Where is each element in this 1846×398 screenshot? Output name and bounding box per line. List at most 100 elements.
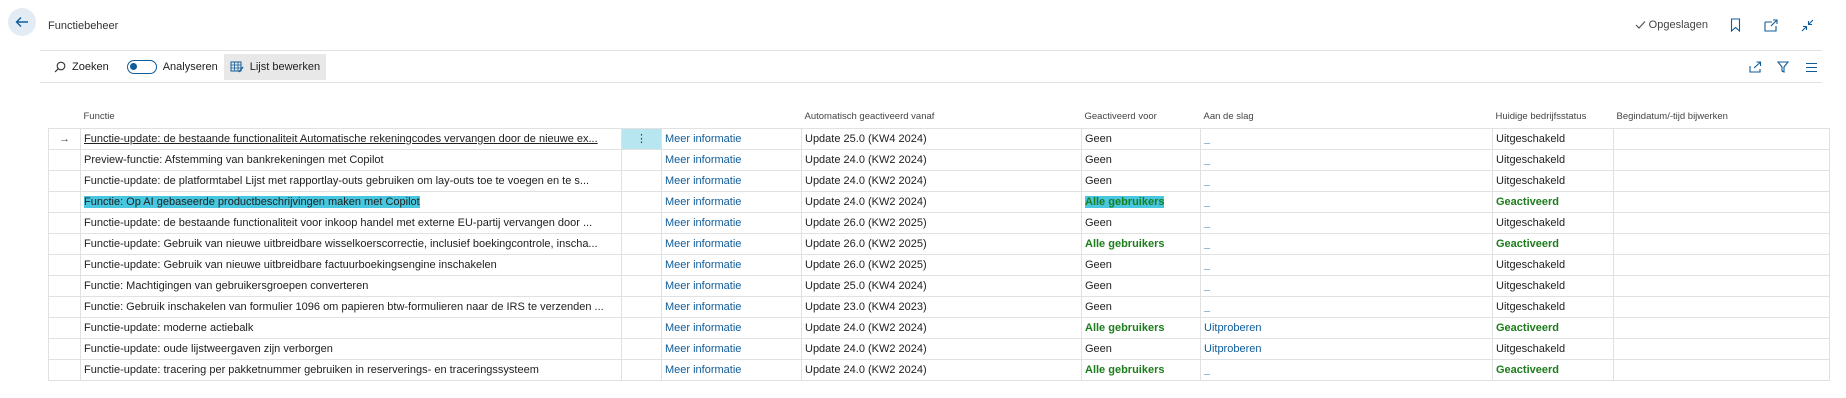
start-datetime-cell[interactable] xyxy=(1613,274,1830,297)
more-info-link[interactable]: Meer informatie xyxy=(665,154,741,166)
enabled-for-cell[interactable]: Geen xyxy=(1081,253,1201,276)
start-datetime-cell[interactable] xyxy=(1613,169,1830,192)
feature-name[interactable]: Functie-update: de bestaande functionali… xyxy=(84,217,592,229)
feature-name-cell[interactable]: Functie-update: tracering per pakketnumm… xyxy=(80,358,622,381)
more-info-link[interactable]: Meer informatie xyxy=(665,343,741,355)
feature-name-cell[interactable]: Functie-update: de platformtabel Lijst m… xyxy=(80,169,622,192)
feature-name[interactable]: Functie-update: moderne actiebalk xyxy=(84,322,253,334)
start-datetime-cell[interactable] xyxy=(1613,295,1830,318)
more-info-link[interactable]: Meer informatie xyxy=(665,259,741,271)
table-row[interactable]: Functie: Gebruik inschakelen van formuli… xyxy=(48,295,1830,318)
feature-name-cell[interactable]: Functie-update: Gebruik van nieuwe uitbr… xyxy=(80,253,622,276)
more-info-link[interactable]: Meer informatie xyxy=(665,175,741,187)
enabled-for-cell[interactable]: Geen xyxy=(1081,169,1201,192)
more-info-cell[interactable]: Meer informatie xyxy=(661,211,802,234)
row-actions-cell[interactable] xyxy=(621,232,662,255)
feature-name[interactable]: Functie-update: oude lijstweergaven zijn… xyxy=(84,343,333,355)
filter-button[interactable] xyxy=(1774,58,1792,76)
get-started-cell[interactable]: _ xyxy=(1200,358,1493,381)
feature-name[interactable]: Functie: Machtigingen van gebruikersgroe… xyxy=(84,280,368,292)
row-selector[interactable]: → xyxy=(48,127,81,150)
enabled-for-value[interactable]: Geen xyxy=(1085,343,1112,355)
column-header-functie[interactable]: Functie xyxy=(81,106,622,128)
feature-name-cell[interactable]: Functie: Op AI gebaseerde productbeschri… xyxy=(80,190,622,213)
row-actions-cell[interactable] xyxy=(621,358,662,381)
get-started-cell[interactable]: _ xyxy=(1200,253,1493,276)
more-info-link[interactable]: Meer informatie xyxy=(665,322,741,334)
get-started-link[interactable]: _ xyxy=(1204,133,1210,145)
feature-name-cell[interactable]: Functie-update: de bestaande functionali… xyxy=(80,211,622,234)
back-button[interactable] xyxy=(8,8,36,36)
more-info-link[interactable]: Meer informatie xyxy=(665,238,741,250)
enabled-for-value[interactable]: Alle gebruikers xyxy=(1085,364,1164,376)
row-actions-cell[interactable] xyxy=(621,211,662,234)
enabled-for-cell[interactable]: Geen xyxy=(1081,295,1201,318)
more-options-icon[interactable]: ⋮ xyxy=(636,133,647,145)
get-started-link[interactable]: _ xyxy=(1204,196,1210,208)
more-info-link[interactable]: Meer informatie xyxy=(665,217,741,229)
more-info-link[interactable]: Meer informatie xyxy=(665,364,741,376)
get-started-cell[interactable]: _ xyxy=(1200,127,1493,150)
feature-name-cell[interactable]: Functie-update: oude lijstweergaven zijn… xyxy=(80,337,622,360)
feature-name[interactable]: Functie-update: de platformtabel Lijst m… xyxy=(84,175,589,187)
get-started-link[interactable]: _ xyxy=(1204,364,1210,376)
get-started-link[interactable]: _ xyxy=(1204,259,1210,271)
more-info-cell[interactable]: Meer informatie xyxy=(661,148,802,171)
get-started-link[interactable]: Uitproberen xyxy=(1204,322,1261,334)
get-started-link[interactable]: _ xyxy=(1204,175,1210,187)
enabled-for-value[interactable]: Geen xyxy=(1085,280,1112,292)
get-started-link[interactable]: Uitproberen xyxy=(1204,343,1261,355)
more-info-link[interactable]: Meer informatie xyxy=(665,196,741,208)
get-started-cell[interactable]: _ xyxy=(1200,211,1493,234)
feature-name[interactable]: Functie: Op AI gebaseerde productbeschri… xyxy=(84,195,420,208)
enabled-for-value[interactable]: Geen xyxy=(1085,301,1112,313)
row-selector[interactable] xyxy=(48,253,81,276)
enabled-for-cell[interactable]: Geen xyxy=(1081,127,1201,150)
table-row[interactable]: Functie-update: oude lijstweergaven zijn… xyxy=(48,337,1830,360)
start-datetime-cell[interactable] xyxy=(1613,190,1830,213)
start-datetime-cell[interactable] xyxy=(1613,337,1830,360)
row-actions-cell[interactable] xyxy=(621,148,662,171)
enabled-for-cell[interactable]: Geen xyxy=(1081,148,1201,171)
more-info-cell[interactable]: Meer informatie xyxy=(661,358,802,381)
enabled-for-value[interactable]: Geen xyxy=(1085,217,1112,229)
column-header-auto[interactable]: Automatisch geactiveerd vanaf xyxy=(802,106,1082,128)
get-started-link[interactable]: _ xyxy=(1204,238,1210,250)
more-info-link[interactable]: Meer informatie xyxy=(665,301,741,313)
feature-name-cell[interactable]: Functie-update: de bestaande functionali… xyxy=(80,127,622,150)
start-datetime-cell[interactable] xyxy=(1613,316,1830,339)
enabled-for-cell[interactable]: Alle gebruikers xyxy=(1081,316,1201,339)
feature-name-cell[interactable]: Preview-functie: Afstemming van bankreke… xyxy=(80,148,622,171)
feature-name-cell[interactable]: Functie-update: Gebruik van nieuwe uitbr… xyxy=(80,232,622,255)
get-started-link[interactable]: _ xyxy=(1204,301,1210,313)
table-row[interactable]: Functie-update: Gebruik van nieuwe uitbr… xyxy=(48,232,1830,255)
collapse-button[interactable] xyxy=(1798,16,1816,34)
enabled-for-cell[interactable]: Alle gebruikers xyxy=(1081,358,1201,381)
bookmark-button[interactable] xyxy=(1726,16,1744,34)
get-started-cell[interactable]: _ xyxy=(1200,148,1493,171)
enabled-for-cell[interactable]: Geen xyxy=(1081,337,1201,360)
table-row[interactable]: Functie: Machtigingen van gebruikersgroe… xyxy=(48,274,1830,297)
row-selector[interactable] xyxy=(48,295,81,318)
open-new-window-button[interactable] xyxy=(1762,16,1780,34)
row-selector[interactable] xyxy=(48,274,81,297)
enabled-for-cell[interactable]: Alle gebruikers xyxy=(1081,232,1201,255)
column-header-geactiveerd[interactable]: Geactiveerd voor xyxy=(1082,106,1201,128)
start-datetime-cell[interactable] xyxy=(1613,127,1830,150)
table-row[interactable]: Functie-update: Gebruik van nieuwe uitbr… xyxy=(48,253,1830,276)
start-datetime-cell[interactable] xyxy=(1613,358,1830,381)
row-selector[interactable] xyxy=(48,148,81,171)
table-row[interactable]: Functie-update: de bestaande functionali… xyxy=(48,211,1830,234)
start-datetime-cell[interactable] xyxy=(1613,148,1830,171)
more-info-cell[interactable]: Meer informatie xyxy=(661,127,802,150)
table-row[interactable]: Functie: Op AI gebaseerde productbeschri… xyxy=(48,190,1830,213)
enabled-for-value[interactable]: Alle gebruikers xyxy=(1085,322,1164,334)
get-started-cell[interactable]: _ xyxy=(1200,295,1493,318)
more-info-cell[interactable]: Meer informatie xyxy=(661,190,802,213)
start-datetime-cell[interactable] xyxy=(1613,232,1830,255)
feature-name[interactable]: Functie-update: Gebruik van nieuwe uitbr… xyxy=(84,238,598,250)
row-selector[interactable] xyxy=(48,337,81,360)
more-info-cell[interactable]: Meer informatie xyxy=(661,253,802,276)
toggle-switch[interactable] xyxy=(126,60,157,74)
search-button[interactable]: Zoeken xyxy=(48,54,115,80)
